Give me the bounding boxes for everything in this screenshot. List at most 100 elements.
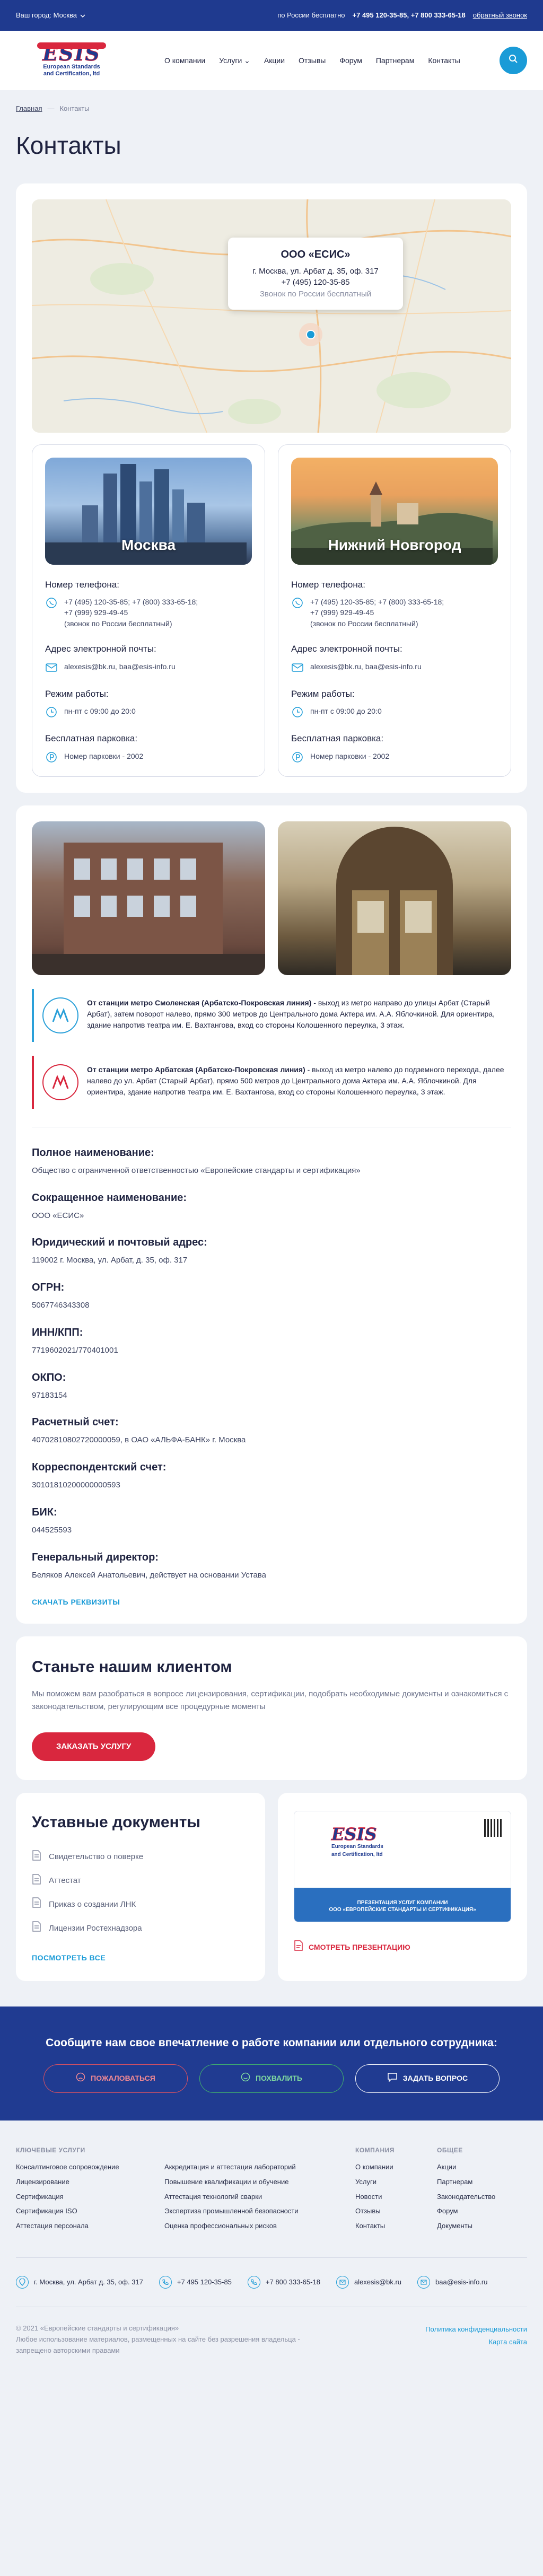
footer-link[interactable]: Форум	[437, 2206, 495, 2216]
requisite-key: БИК:	[32, 1506, 57, 1518]
city-selector[interactable]: Ваш город: Москва	[16, 11, 85, 21]
view-presentation-label: СМОТРЕТЬ ПРЕЗЕНТАЦИЮ	[309, 1942, 410, 1951]
doc-item[interactable]: Лицензии Ростехнадзора	[32, 1921, 249, 1935]
footer-link[interactable]: Повышение квалификации и обучение	[164, 2177, 355, 2187]
presentation-preview[interactable]: ESIS European Standards and Certification…	[294, 1811, 511, 1923]
footer-link[interactable]: Партнерам	[437, 2177, 495, 2187]
nav-item-services[interactable]: Услуги ⌄	[219, 55, 250, 66]
requisite-value: Беляков Алексей Анатольевич, действует н…	[32, 1570, 266, 1580]
nav-item-about[interactable]: О компании	[164, 55, 205, 66]
parking-icon	[45, 751, 58, 764]
footer-link[interactable]: Лицензирование	[16, 2177, 164, 2187]
contacts-map[interactable]: ООО «ЕСИС» г. Москва, ул. Арбат д. 35, о…	[32, 199, 511, 433]
doc-item[interactable]: Приказ о создании ЛНК	[32, 1897, 249, 1912]
entrance-photo	[278, 821, 511, 975]
metro-directions: От станции метро Арбатская (Арбатско-Пок…	[32, 1055, 511, 1109]
footer-link[interactable]: Сертификация ISO	[16, 2206, 164, 2216]
footer-link[interactable]: Услуги	[355, 2177, 437, 2187]
become-client-section: Станьте нашим клиентом Мы поможем вам ра…	[16, 1636, 527, 1781]
doc-item-label: Аттестат	[49, 1876, 81, 1886]
view-presentation-link[interactable]: СМОТРЕТЬ ПРЕЗЕНТАЦИЮ	[294, 1940, 511, 1953]
footer-link[interactable]: Документы	[437, 2221, 495, 2231]
footer-col-general: ОБЩЕЕ Акции Партнерам Законодательство Ф…	[437, 2146, 495, 2237]
logo-line-2: and Certification, ltd	[43, 71, 100, 77]
ask-question-button[interactable]: ЗАДАТЬ ВОПРОС	[355, 2064, 500, 2093]
see-all-link[interactable]: ПОСМОТРЕТЬ ВСЕ	[32, 1952, 106, 1963]
office-phone-2[interactable]: +7 (999) 929-49-45	[310, 607, 444, 618]
footer-legal-links: Политика конфиденциальности Карта сайта	[425, 2323, 527, 2356]
parking-label: Бесплатная парковка:	[45, 733, 138, 744]
presentation-caption: ПРЕЗЕНТАЦИЯ УСЛУГ КОМПАНИИ ООО «ЕВРОПЕЙСК…	[294, 1899, 511, 1913]
entrance-doors	[336, 826, 453, 975]
feedback-title: Сообщите нам свое впечатление о работе к…	[46, 2037, 497, 2049]
footer-link[interactable]: Акции	[437, 2162, 495, 2172]
nav-item-promo[interactable]: Акции	[264, 55, 285, 66]
requisite-value: 97183154	[32, 1390, 67, 1400]
footer-phone[interactable]: +7 800 333-65-18	[247, 2276, 320, 2289]
breadcrumb-home[interactable]: Главная	[16, 104, 42, 114]
footer-link[interactable]: Консалтинговое сопровождение	[16, 2162, 164, 2172]
complain-button[interactable]: ПОЖАЛОВАТЬСЯ	[43, 2064, 188, 2093]
phone-icon	[247, 2276, 260, 2289]
feedback-section: Сообщите нам свое впечатление о работе к…	[0, 2007, 543, 2121]
footer-email[interactable]: alexesis@bk.ru	[336, 2276, 401, 2289]
doc-item[interactable]: Свидетельство о поверке	[32, 1850, 249, 1864]
nav-item-forum[interactable]: Форум	[339, 55, 362, 66]
order-service-button[interactable]: ЗАКАЗАТЬ УСЛУГУ	[32, 1732, 156, 1762]
office-phone-1[interactable]: +7 (495) 120-35-85; +7 (800) 333-65-18;	[310, 597, 444, 607]
footer-link[interactable]: Отзывы	[355, 2206, 437, 2216]
nav-item-contacts[interactable]: Контакты	[428, 55, 460, 66]
email-label: Адрес электронной почты:	[291, 644, 402, 654]
requisite-key: Расчетный счет:	[32, 1416, 119, 1429]
footer-link[interactable]: Аттестация персонала	[16, 2221, 164, 2231]
office-email[interactable]: alexesis@bk.ru, baa@esis-info.ru	[310, 661, 422, 674]
office-city: Нижний Новгород	[328, 536, 461, 553]
breadcrumb: Главная — Контакты	[0, 90, 543, 114]
metro-text: От станции метро Смоленская (Арбатско-По…	[87, 997, 511, 1033]
document-icon	[32, 1921, 41, 1935]
footer-link[interactable]: Оценка профессиональных рисков	[164, 2221, 355, 2231]
footer-link[interactable]: Аттестация технологий сварки	[164, 2192, 355, 2202]
footer-link[interactable]: Сертификация	[16, 2192, 164, 2202]
top-bar: Ваш город: Москва по России бесплатно +7…	[0, 0, 543, 31]
document-icon	[32, 1850, 41, 1864]
office-phone-1[interactable]: +7 (495) 120-35-85; +7 (800) 333-65-18;	[64, 597, 198, 607]
doc-item-label: Приказ о создании ЛНК	[49, 1899, 136, 1909]
parking-label: Бесплатная парковка:	[291, 733, 384, 744]
mail-icon	[291, 661, 304, 674]
footer-link[interactable]: Экспертиза промышленной безопасности	[164, 2206, 355, 2216]
phone-label: Номер телефона:	[45, 579, 119, 590]
nav-item-reviews[interactable]: Отзывы	[299, 55, 326, 66]
footer-link[interactable]: Законодательство	[437, 2192, 495, 2202]
sitemap-link[interactable]: Карта сайта	[425, 2336, 527, 2348]
requisite-key: ОГРН:	[32, 1282, 65, 1294]
nav-item-partners[interactable]: Партнерам	[376, 55, 414, 66]
phone-label: Номер телефона:	[291, 579, 365, 590]
office-email[interactable]: alexesis@bk.ru, baa@esis-info.ru	[64, 661, 176, 674]
footer-phone[interactable]: +7 495 120-35-85	[159, 2276, 232, 2289]
doc-item[interactable]: Аттестат	[32, 1873, 249, 1888]
header-phones[interactable]: +7 495 120-35-85, +7 800 333-65-18	[353, 11, 466, 21]
download-requisites-link[interactable]: СКАЧАТЬ РЕКВИЗИТЫ	[32, 1597, 120, 1607]
site-logo[interactable]: ESIS European Standards and Certificatio…	[16, 39, 127, 82]
privacy-policy-link[interactable]: Политика конфиденциальности	[425, 2323, 527, 2335]
footer-email-text: baa@esis-info.ru	[435, 2277, 488, 2286]
footer-link[interactable]: Контакты	[355, 2221, 437, 2231]
free-call-label: по России бесплатно	[277, 11, 345, 19]
footer-link[interactable]: Новости	[355, 2192, 437, 2202]
contacts-panel: ООО «ЕСИС» г. Москва, ул. Арбат д. 35, о…	[16, 183, 527, 793]
office-image: Москва	[45, 457, 252, 565]
requisite-value: 7719602021/770401001	[32, 1345, 118, 1355]
requisite-value: 119002 г. Москва, ул. Арбат, д. 35, оф. …	[32, 1256, 188, 1265]
footer-email[interactable]: baa@esis-info.ru	[417, 2276, 487, 2289]
footer-link[interactable]: Аккредитация и аттестация лабораторий	[164, 2162, 355, 2172]
office-phone-2[interactable]: +7 (999) 929-49-45	[64, 607, 198, 618]
footer-link[interactable]: О компании	[355, 2162, 437, 2172]
clock-icon	[291, 706, 304, 719]
search-button[interactable]	[500, 47, 527, 74]
callback-link[interactable]: обратный звонок	[473, 11, 527, 21]
mail-icon	[417, 2276, 431, 2289]
main-header: ESIS European Standards and Certificatio…	[0, 31, 543, 90]
praise-button[interactable]: ПОХВАЛИТЬ	[199, 2064, 344, 2093]
mail-icon	[45, 661, 58, 674]
